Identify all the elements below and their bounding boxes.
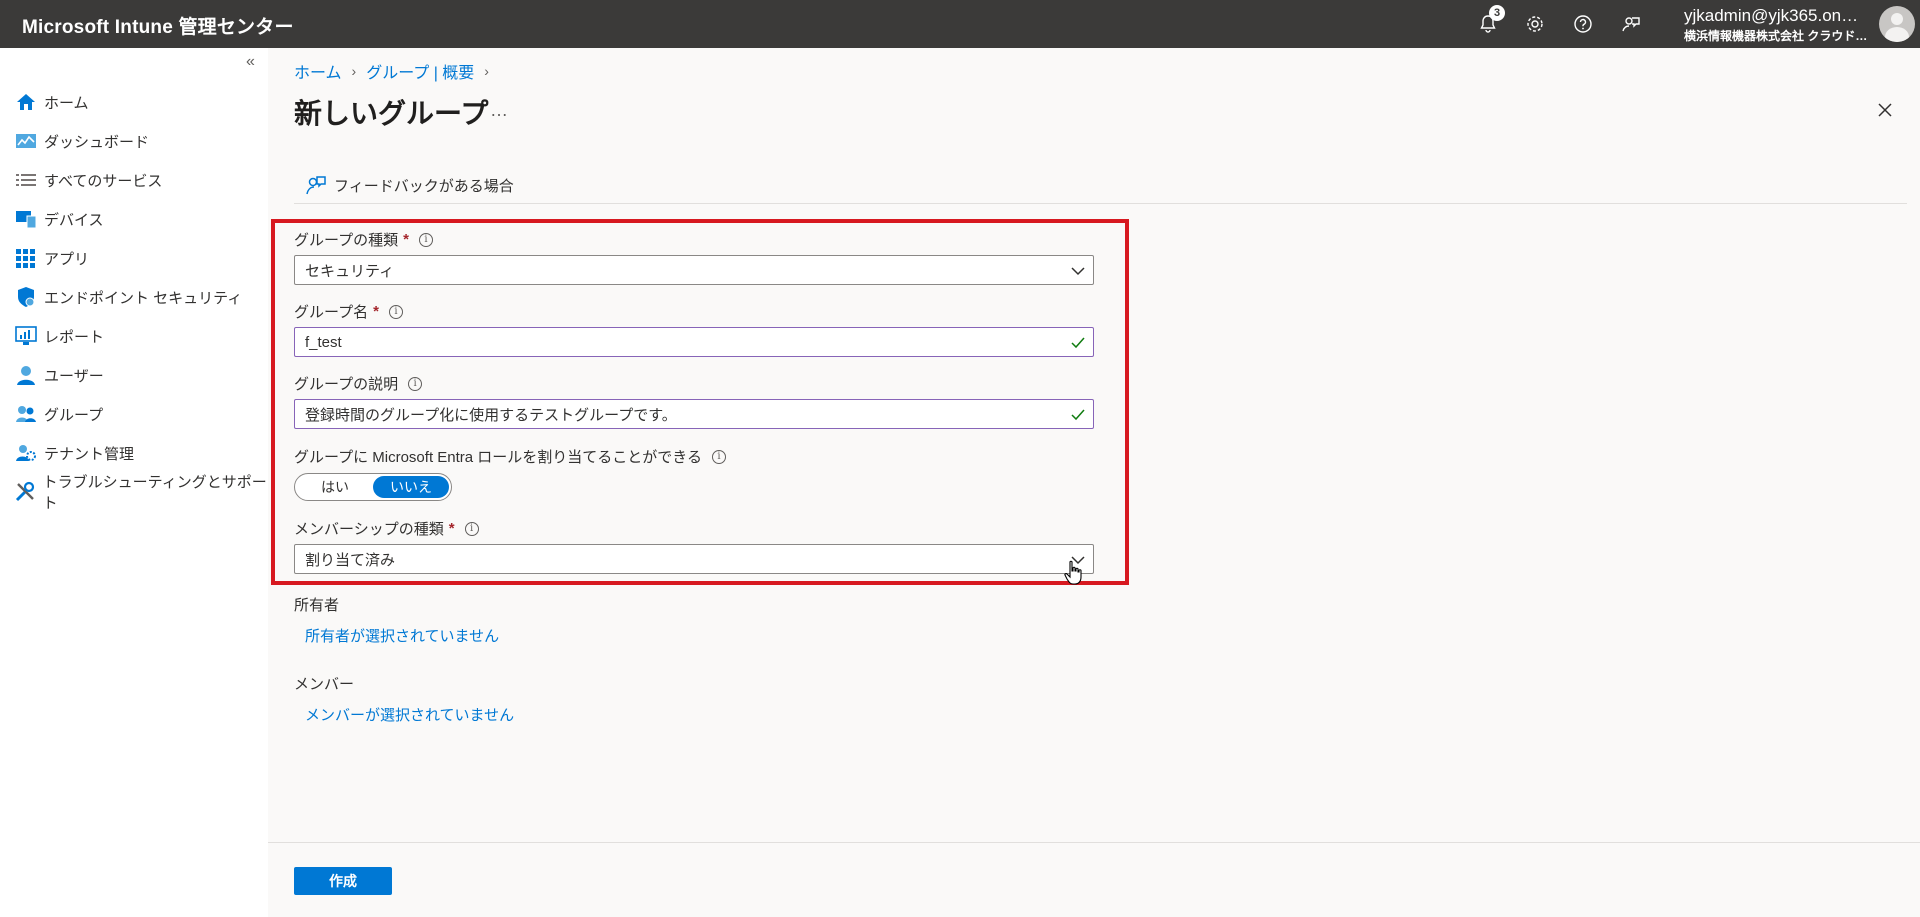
chevron-down-icon [1071, 267, 1085, 276]
entra-roles-toggle[interactable]: はい いいえ [294, 473, 452, 501]
page-title: 新しいグループ [294, 98, 489, 129]
entra-roles-label: グループに Microsoft Entra ロールを割り当てることができる i [294, 446, 726, 467]
help-icon [1574, 15, 1592, 33]
info-icon[interactable]: i [388, 304, 403, 319]
membership-type-dropdown[interactable]: 割り当て済み [294, 544, 1094, 574]
feedback-icon [306, 176, 326, 195]
main-panel: ホーム › グループ | 概要 › 新しいグループ … フィードバックがある場合… [268, 48, 1920, 917]
breadcrumb-home[interactable]: ホーム [294, 59, 342, 83]
account-tenant: 横浜情報機器株式会社 クラウド… [1684, 29, 1868, 43]
info-icon[interactable]: i [712, 449, 726, 464]
group-name-field[interactable]: f_test [294, 327, 1094, 357]
members-select-link[interactable]: メンバーが選択されていません [305, 704, 514, 725]
description-field[interactable]: 登録時間のグループ化に使用するテストグループです。 [294, 399, 1094, 429]
info-icon[interactable]: i [464, 521, 479, 536]
check-icon [1071, 337, 1085, 349]
breadcrumb: ホーム › グループ | 概要 › [294, 59, 489, 83]
devices-icon [14, 208, 38, 230]
dashboard-icon [14, 130, 38, 152]
sidebar-item-troubleshooting[interactable]: トラブルシューティングとサポート [14, 474, 268, 512]
group-type-value: セキュリティ [305, 262, 395, 280]
close-icon [1878, 103, 1892, 117]
help-button[interactable] [1570, 11, 1596, 37]
membership-type-value: 割り当て済み [305, 551, 396, 569]
sidebar-item-label: テナント管理 [44, 445, 135, 463]
apps-icon [14, 247, 38, 269]
gear-icon [1527, 16, 1543, 32]
description-label: グループの説明 i [294, 373, 423, 394]
home-icon [14, 91, 38, 113]
members-label: メンバー [294, 676, 355, 693]
sidebar-item-label: レポート [44, 328, 105, 346]
divider [294, 203, 1907, 204]
chevron-right-icon: › [484, 63, 489, 79]
sidebar-item-label: ユーザー [44, 367, 104, 385]
group-type-label: グループの種類 * i [294, 229, 433, 250]
reports-icon [14, 325, 38, 347]
shield-icon [14, 286, 38, 308]
required-marker: * [403, 231, 409, 248]
account-menu[interactable]: yjkadmin@yjk365.on… 横浜情報機器株式会社 クラウド… [1684, 6, 1867, 44]
sidebar-item-label: ダッシュボード [44, 133, 150, 151]
sidebar-item-tenant-admin[interactable]: テナント管理 [14, 438, 134, 468]
account-user: yjkadmin@yjk365.on… [1684, 6, 1859, 25]
sidebar-item-label: グループ [44, 406, 104, 424]
feedback-button[interactable] [1618, 11, 1644, 37]
toggle-option-no[interactable]: いいえ [373, 476, 449, 498]
hand-cursor-icon [1064, 560, 1082, 585]
sidebar-item-groups[interactable]: グループ [14, 399, 103, 429]
feedback-label: フィードバックがある場合 [334, 177, 514, 195]
sidebar-item-devices[interactable]: デバイス [14, 204, 104, 234]
settings-button[interactable] [1522, 11, 1548, 37]
info-icon[interactable]: i [408, 376, 423, 391]
sidebar-item-dashboard[interactable]: ダッシュボード [14, 126, 149, 156]
avatar[interactable] [1879, 6, 1915, 42]
more-options-button[interactable]: … [490, 100, 508, 121]
sidebar-item-users[interactable]: ユーザー [14, 360, 104, 390]
feedback-link[interactable]: フィードバックがある場合 [304, 173, 514, 197]
sidebar-item-label: デバイス [44, 211, 104, 229]
notification-badge: 3 [1489, 5, 1505, 21]
chevron-right-icon: › [351, 63, 357, 79]
sidebar-item-label: すべてのサービス [44, 172, 163, 190]
app-title[interactable]: Microsoft Intune 管理センター [22, 12, 294, 39]
required-marker: * [373, 303, 379, 320]
sidebar-item-label: ホーム [44, 94, 89, 112]
wrench-icon [14, 481, 37, 503]
tenant-admin-icon [14, 442, 38, 464]
feedback-icon [1622, 17, 1640, 32]
sidebar-item-apps[interactable]: アプリ [14, 243, 89, 273]
sidebar-item-home[interactable]: ホーム [14, 87, 89, 117]
groups-icon [14, 403, 38, 425]
sidebar-item-endpoint-security[interactable]: エンドポイント セキュリティ [14, 282, 242, 312]
sidebar-item-all-services[interactable]: すべてのサービス [14, 165, 162, 195]
notifications-button[interactable]: 3 [1475, 5, 1505, 37]
breadcrumb-groups[interactable]: グループ | 概要 [366, 59, 474, 83]
sidebar: « ホーム ダッシュボード すべてのサービス デバイス アプリ エンドポイント … [0, 48, 268, 917]
sidebar-item-label: トラブルシューティングとサポート [42, 474, 267, 512]
group-name-value: f_test [305, 333, 342, 351]
group-name-label: グループ名 * i [294, 301, 403, 322]
footer-divider [268, 842, 1920, 843]
description-value: 登録時間のグループ化に使用するテストグループです。 [305, 406, 677, 424]
sidebar-item-label: エンドポイント セキュリティ [44, 289, 243, 307]
owners-select-link[interactable]: 所有者が選択されていません [305, 625, 499, 646]
sidebar-item-reports[interactable]: レポート [14, 321, 104, 351]
check-icon [1071, 409, 1085, 421]
membership-type-label: メンバーシップの種類 * i [294, 518, 479, 539]
info-icon[interactable]: i [418, 232, 433, 247]
group-type-dropdown[interactable]: セキュリティ [294, 255, 1094, 285]
sidebar-item-label: アプリ [44, 250, 90, 268]
collapse-sidebar-button[interactable]: « [246, 53, 255, 71]
close-button[interactable] [1877, 101, 1893, 124]
all-services-icon [14, 169, 38, 191]
toggle-option-yes[interactable]: はい [297, 476, 373, 498]
user-icon [14, 364, 38, 386]
required-marker: * [448, 520, 455, 537]
create-button[interactable]: 作成 [294, 867, 392, 895]
owners-label: 所有者 [294, 597, 340, 614]
top-bar: Microsoft Intune 管理センター 3 yjkadmin@yjk36… [0, 0, 1920, 48]
